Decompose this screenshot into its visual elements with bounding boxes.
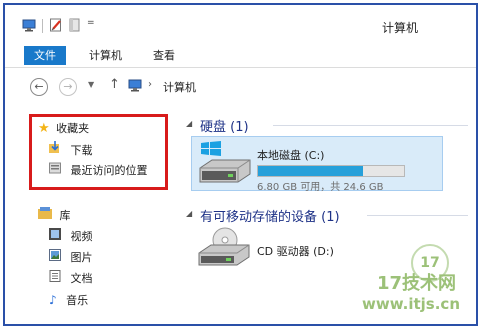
section-divider [367, 215, 468, 216]
section-header-removable[interactable]: 有可移动存储的设备 (1) [200, 206, 340, 225]
explorer-window: = 计算机 文件 计算机 查看 ← → ▼ ↑ › 计算机 ★ 收藏夹 下载 最… [3, 3, 478, 326]
drive-usage-fill [258, 166, 364, 176]
qat-separator [42, 19, 43, 33]
properties-icon[interactable] [49, 18, 63, 36]
breadcrumb[interactable]: 计算机 [163, 79, 196, 95]
title-bar: = 计算机 [5, 5, 476, 43]
sidebar-item-label: 图片 [70, 251, 93, 264]
arrow-left-icon: ← [34, 80, 44, 93]
document-icon [49, 270, 61, 288]
arrow-right-icon: → [63, 80, 73, 93]
sidebar-item-label: 文档 [70, 272, 93, 285]
picture-icon [49, 249, 61, 267]
watermark-url: www.itjs.cn [362, 295, 460, 313]
sidebar-item-videos[interactable]: 视频 [49, 228, 93, 246]
recent-locations-icon[interactable]: ▼ [88, 80, 94, 89]
sidebar-item-label: 视频 [70, 230, 93, 243]
sidebar-item-music[interactable]: ♪ 音乐 [49, 291, 88, 309]
drive-tile-d[interactable]: CD 驱动器 (D:) [191, 226, 391, 270]
forward-button[interactable]: → [59, 78, 77, 96]
back-button[interactable]: ← [30, 78, 48, 96]
computer-icon[interactable] [22, 19, 36, 35]
drive-usage-text: 6.80 GB 可用，共 24.6 GB [257, 182, 384, 193]
collapse-chevron-icon[interactable]: ◢ [186, 209, 192, 218]
qat-dropdown-icon[interactable]: = [87, 18, 95, 28]
cd-drive-icon [195, 227, 251, 272]
collapse-chevron-icon[interactable]: ◢ [186, 119, 192, 128]
tab-computer[interactable]: 计算机 [89, 46, 122, 65]
sidebar-item-label: 音乐 [66, 294, 89, 307]
drive-name: 本地磁盘 (C:) [257, 149, 325, 162]
section-divider [273, 125, 468, 126]
navigation-pane: ★ 收藏夹 下载 最近访问的位置 库 视频 图片 文档 ♪ 音乐 [5, 103, 181, 324]
sidebar-item-libraries[interactable]: 库 [38, 207, 71, 225]
breadcrumb-chevron-icon[interactable]: › [148, 79, 152, 90]
address-bar[interactable]: › 计算机 [125, 76, 465, 96]
hard-drive-icon [198, 158, 252, 189]
up-arrow-icon[interactable]: ↑ [109, 77, 120, 92]
window-title: 计算机 [381, 21, 418, 35]
sidebar-item-pictures[interactable]: 图片 [49, 249, 93, 267]
drive-name: CD 驱动器 (D:) [257, 245, 334, 258]
sidebar-item-label: 库 [59, 209, 71, 222]
sidebar-item-documents[interactable]: 文档 [49, 270, 93, 288]
section-header-hard-disks[interactable]: 硬盘 (1) [200, 116, 249, 135]
video-icon [49, 228, 61, 246]
music-note-icon: ♪ [49, 293, 57, 307]
libraries-icon [38, 207, 52, 225]
navigation-bar: ← → ▼ ↑ › 计算机 [5, 69, 476, 103]
tab-view[interactable]: 查看 [153, 46, 175, 65]
new-folder-icon[interactable] [68, 18, 82, 36]
drive-usage-bar [257, 165, 405, 177]
tab-file[interactable]: 文件 [24, 46, 66, 65]
highlight-box [29, 114, 168, 190]
watermark-brand: 17技术网 [376, 273, 456, 294]
ribbon-tabs: 文件 计算机 查看 [5, 43, 476, 68]
computer-icon [128, 79, 142, 95]
drive-tile-c[interactable]: 本地磁盘 (C:) 6.80 GB 可用，共 24.6 GB [191, 136, 443, 193]
